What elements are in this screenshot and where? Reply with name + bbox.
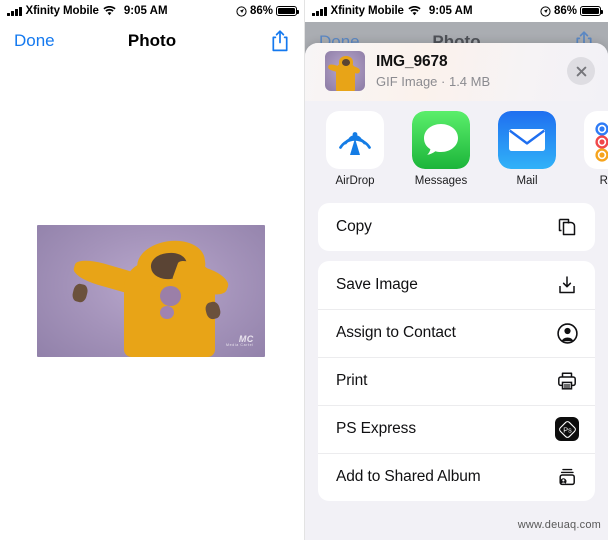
share-app-label: Mail [516, 175, 538, 187]
save-image-icon [554, 272, 580, 298]
share-action-label: Assign to Contact [336, 324, 456, 341]
carrier-label: Xfinity Mobile [330, 5, 404, 17]
share-action-card: Save Image Assign to Contact Print PS Ex… [318, 261, 595, 501]
share-app-label: Remi [599, 175, 608, 187]
share-action-lists: Copy Save Image Assign to Contact Print … [305, 195, 608, 501]
share-action-save-image[interactable]: Save Image [318, 261, 595, 309]
file-thumbnail [325, 51, 365, 91]
share-sheet-header: IMG_9678 GIF Image · 1.4 MB [305, 43, 608, 101]
share-icon[interactable] [270, 29, 290, 53]
dual-screenshot-container: Xfinity Mobile 9:05 AM 86% Done Photo MC… [0, 0, 608, 540]
share-action-label: Save Image [336, 276, 418, 293]
mail-icon [498, 111, 556, 169]
share-action-label: Copy [336, 218, 372, 235]
share-action-assign-to-contact[interactable]: Assign to Contact [318, 309, 595, 357]
status-bar-right: 86% [236, 5, 299, 17]
airdrop-icon [326, 111, 384, 169]
clock-label: 9:05 AM [123, 5, 168, 17]
location-services-icon [540, 5, 551, 17]
battery-percent-label: 86% [249, 5, 273, 17]
share-app-mail[interactable]: Mail [497, 111, 557, 187]
photo-stage: MC Media Cartel [0, 60, 304, 540]
cellular-bars-icon [7, 6, 22, 16]
clock-label: 9:05 AM [428, 5, 473, 17]
battery-icon [276, 5, 299, 17]
close-button[interactable] [567, 57, 595, 85]
wifi-icon [103, 6, 116, 16]
status-bar-left: Xfinity Mobile 9:05 AM [7, 5, 168, 17]
photo-image[interactable]: MC Media Cartel [37, 225, 265, 357]
site-watermark: www.deuaq.com [517, 519, 601, 531]
location-services-icon [236, 5, 247, 17]
copy-icon [554, 214, 580, 240]
share-apps-row[interactable]: AirDrop Messages Mail R [305, 101, 608, 195]
status-bar-left: Xfinity Mobile 9:05 AM [312, 5, 473, 17]
photoshop-express-icon: Ps [554, 416, 580, 442]
close-icon [576, 66, 586, 76]
share-action-label: PS Express [336, 420, 416, 437]
right-screen-share-sheet: Xfinity Mobile 9:05 AM 86% Done Photo IM… [304, 0, 608, 540]
battery-icon [580, 5, 603, 17]
share-app-messages[interactable]: Messages [411, 111, 471, 187]
reminders-icon [584, 111, 608, 169]
photo-watermark: MC Media Cartel [226, 333, 254, 347]
file-info: IMG_9678 GIF Image · 1.4 MB [376, 53, 490, 89]
left-screen-photo-viewer: Xfinity Mobile 9:05 AM 86% Done Photo MC… [0, 0, 304, 540]
share-action-label: Print [336, 372, 368, 389]
share-action-label: Add to Shared Album [336, 468, 481, 485]
status-bar: Xfinity Mobile 9:05 AM 86% [0, 0, 304, 22]
file-name-label: IMG_9678 [376, 53, 448, 70]
carrier-label: Xfinity Mobile [25, 5, 99, 17]
share-action-card: Copy [318, 203, 595, 251]
done-button[interactable]: Done [14, 31, 55, 51]
file-meta-label: GIF Image · 1.4 MB [376, 74, 491, 89]
contact-icon [554, 320, 580, 346]
share-action-copy[interactable]: Copy [318, 203, 595, 251]
share-action-ps-express[interactable]: PS Express Ps [318, 405, 595, 453]
wifi-icon [408, 6, 421, 16]
share-app-airdrop[interactable]: AirDrop [325, 111, 385, 187]
status-bar-right: 86% [540, 5, 603, 17]
share-sheet: IMG_9678 GIF Image · 1.4 MB AirDrop Mess… [305, 43, 608, 540]
shared-album-icon [554, 464, 580, 490]
cellular-bars-icon [312, 6, 327, 16]
svg-text:Ps: Ps [563, 425, 572, 434]
messages-icon [412, 111, 470, 169]
share-action-add-to-shared-album[interactable]: Add to Shared Album [318, 453, 595, 501]
share-app-reminders[interactable]: Remi [583, 111, 608, 187]
print-icon [554, 368, 580, 394]
share-action-print[interactable]: Print [318, 357, 595, 405]
battery-percent-label: 86% [553, 5, 577, 17]
navigation-bar: Done Photo [0, 22, 304, 60]
share-app-label: Messages [414, 175, 468, 187]
share-app-label: AirDrop [335, 175, 375, 187]
status-bar: Xfinity Mobile 9:05 AM 86% [305, 0, 608, 22]
